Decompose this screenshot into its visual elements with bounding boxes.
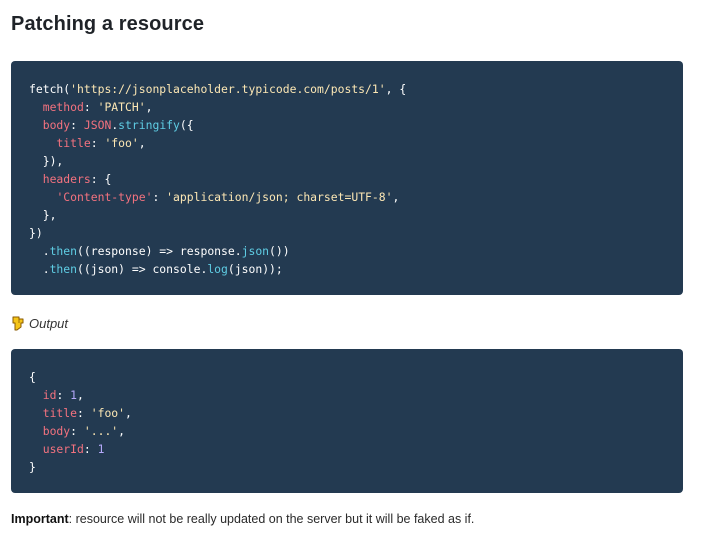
code-token: , — [77, 388, 84, 402]
code-token: { — [29, 370, 36, 384]
code-line: fetch('https://jsonplaceholder.typicode.… — [29, 80, 683, 98]
code-token: 'PATCH' — [97, 100, 146, 114]
code-token: 1 — [70, 388, 78, 402]
code-line: } — [29, 458, 683, 476]
code-token: }, — [29, 208, 57, 222]
code-token: . — [29, 244, 50, 258]
code-token: body — [42, 118, 71, 132]
page-title: Patching a resource — [11, 13, 205, 35]
code-token: 'foo' — [90, 406, 126, 420]
code-token: : — [83, 442, 98, 456]
code-line: .then((response) => response.json()) — [29, 242, 683, 260]
code-line: { — [29, 368, 683, 386]
code-line: body: '...', — [29, 422, 683, 440]
important-note: Important: resource will not be really u… — [11, 512, 474, 526]
code-token: : — [56, 388, 71, 402]
code-token: : { — [90, 172, 112, 186]
code-token: : — [152, 190, 167, 204]
code-line: id: 1, — [29, 386, 683, 404]
output-label: Output — [11, 314, 68, 332]
code-line: body: JSON.stringify({ — [29, 116, 683, 134]
code-token: title — [42, 406, 78, 420]
code-token: ((response) => response. — [77, 244, 242, 258]
code-token: , — [138, 136, 146, 150]
code-token: method — [42, 100, 84, 114]
output-label-text: Output — [29, 315, 69, 331]
code-token: } — [29, 460, 36, 474]
code-line: .then((json) => console.log(json)); — [29, 260, 683, 278]
request-code-block[interactable]: fetch('https://jsonplaceholder.typicode.… — [11, 61, 683, 295]
code-token: 'foo' — [104, 136, 139, 150]
code-line: title: 'foo', — [29, 134, 683, 152]
output-code-block[interactable]: { id: 1, title: 'foo', body: '...', user… — [11, 349, 683, 493]
code-token: : — [83, 100, 98, 114]
code-token: , — [118, 424, 126, 438]
important-note-text: : resource will not be really updated on… — [68, 512, 475, 526]
code-token: stringify — [118, 118, 180, 132]
code-line: 'Content-type': 'application/json; chars… — [29, 188, 683, 206]
code-line: userId: 1 — [29, 440, 683, 458]
code-token: 1 — [97, 442, 105, 456]
code-token: : — [70, 118, 84, 132]
code-token: : — [90, 136, 105, 150]
code-token: : — [70, 424, 84, 438]
code-line: }) — [29, 224, 683, 242]
code-line: }), — [29, 152, 683, 170]
code-line: headers: { — [29, 170, 683, 188]
code-token: then — [49, 244, 78, 258]
code-token: (json)); — [227, 262, 283, 276]
code-token: 'https://jsonplaceholder.typicode.com/po… — [70, 82, 386, 96]
code-token: JSON — [83, 118, 112, 132]
code-token: }) — [29, 226, 43, 240]
code-token: body — [42, 424, 71, 438]
code-token: : — [77, 406, 91, 420]
code-token: . — [29, 262, 50, 276]
code-token: '...' — [83, 424, 119, 438]
code-token: , { — [385, 82, 407, 96]
code-token: ()) — [269, 244, 290, 258]
code-token: then — [49, 262, 78, 276]
code-token: title — [56, 136, 91, 150]
code-token: json — [241, 244, 270, 258]
code-token: 'Content-type' — [56, 190, 153, 204]
code-token: 'application/json; charset=UTF-8' — [166, 190, 393, 204]
code-token: }), — [29, 154, 64, 168]
code-token: ((json) => console. — [77, 262, 208, 276]
code-token: , — [392, 190, 400, 204]
important-note-label: Important — [11, 512, 69, 526]
code-token: fetch( — [29, 82, 71, 96]
code-line: method: 'PATCH', — [29, 98, 683, 116]
code-token: userId — [42, 442, 84, 456]
code-token: log — [207, 262, 228, 276]
code-token: id — [42, 388, 57, 402]
code-token: ({ — [179, 118, 194, 132]
pointing-hand-icon — [11, 315, 25, 331]
code-token: , — [125, 406, 132, 420]
code-token: , — [145, 100, 153, 114]
code-token: headers — [42, 172, 91, 186]
code-line: title: 'foo', — [29, 404, 683, 422]
code-line: }, — [29, 206, 683, 224]
